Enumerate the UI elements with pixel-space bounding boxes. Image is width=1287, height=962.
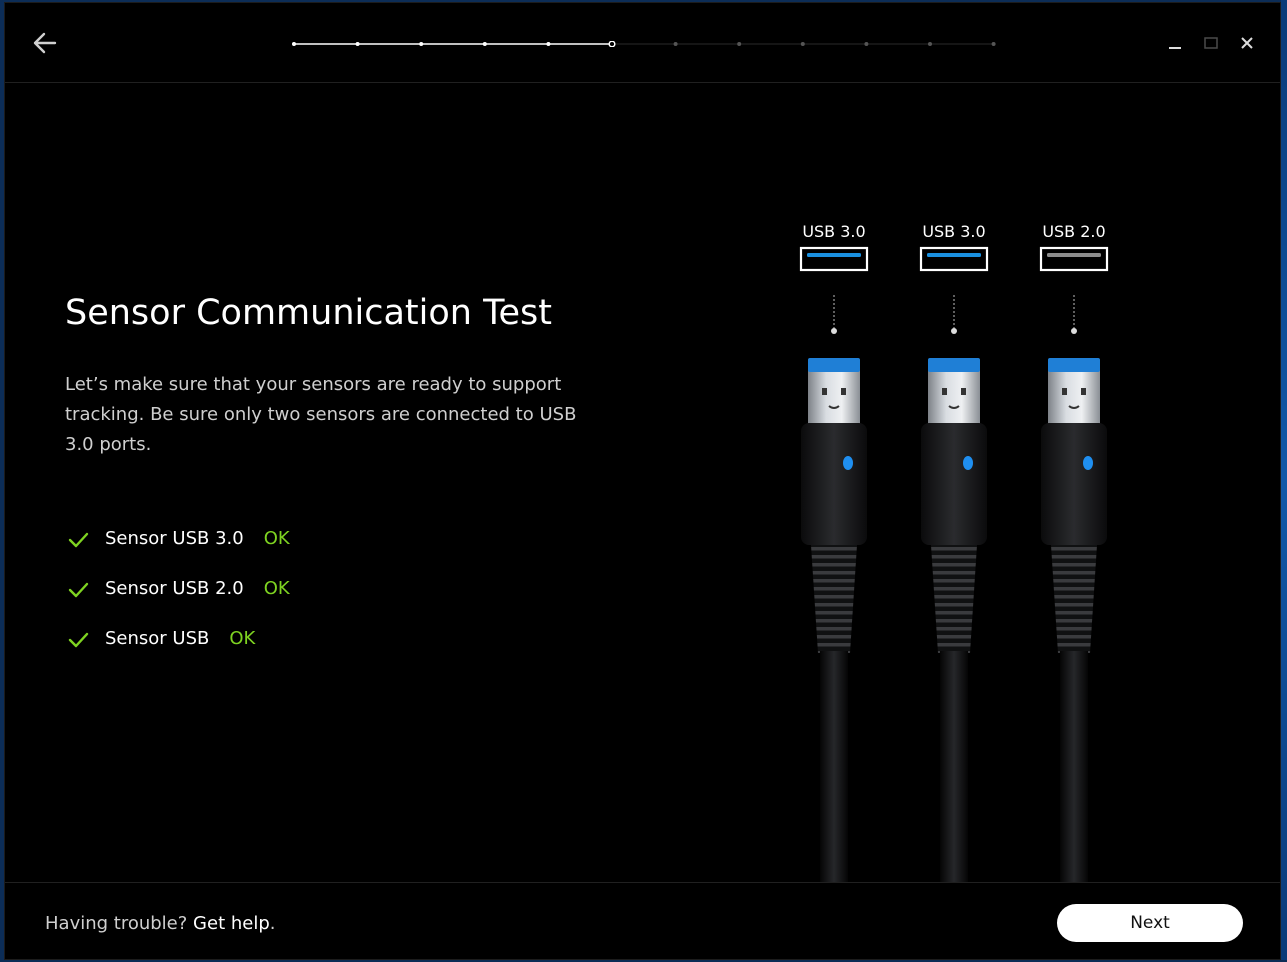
page-description: Let’s make sure that your sensors are re…	[65, 374, 577, 455]
progress-step-pending	[991, 42, 996, 46]
sensor-check-label: Sensor USB	[105, 628, 210, 649]
usb-port-tongue	[1047, 253, 1101, 257]
progress-step-done	[355, 42, 360, 46]
back-button[interactable]	[31, 29, 59, 57]
usb-plug-hole	[822, 388, 827, 395]
usb-plug-housing	[801, 423, 867, 545]
progress-step-done	[419, 42, 424, 46]
checkmark-icon	[68, 632, 89, 648]
usb-plug-housing	[921, 423, 987, 545]
app-window: Sensor Communication Test Let’s make sur…	[4, 2, 1281, 960]
sensor-check-status: OK	[263, 578, 290, 599]
sensor-check-item: Sensor USB OK	[67, 624, 290, 674]
usb-cable: USB 2.0	[1039, 222, 1109, 883]
sensor-check-status: OK	[263, 528, 290, 549]
progress-step-pending	[737, 42, 742, 46]
usb-plug-insert	[1048, 358, 1100, 372]
usb-led-indicator	[843, 456, 853, 470]
progress-step-pending	[800, 42, 805, 46]
progress-step-done	[292, 42, 296, 46]
progress-step-pending	[673, 42, 678, 46]
usb-cable: USB 3.0	[799, 222, 869, 883]
sensor-check-status: OK	[229, 628, 256, 649]
sensor-check-item: Sensor USB 3.0 OK	[67, 524, 290, 574]
usb-plug-hole	[961, 388, 966, 395]
get-help-link[interactable]: Get help	[193, 913, 270, 934]
usb-port-tongue	[927, 253, 981, 257]
minimize-button[interactable]	[1164, 32, 1186, 54]
close-button[interactable]	[1236, 32, 1258, 54]
title-bar	[5, 3, 1280, 83]
progress-step-pending	[864, 42, 869, 46]
usb-plug-hole	[1062, 388, 1067, 395]
sensor-check-label: Sensor USB 2.0	[105, 578, 244, 599]
close-icon	[1241, 37, 1253, 49]
usb-port-label: USB 3.0	[802, 222, 865, 241]
usb-plug-insert	[808, 358, 860, 372]
progress-step-done	[482, 42, 487, 46]
connector-guide-dot	[951, 328, 957, 334]
usb-cables-illustration: USB 3.0 USB 3.0 USB 2.0	[799, 222, 1109, 883]
usb-led-indicator	[1083, 456, 1093, 470]
checkmark-icon	[68, 582, 89, 598]
window-controls	[1164, 31, 1258, 55]
sensor-check-list: Sensor USB 3.0 OK Sensor USB 2.0 OK Sens…	[67, 524, 290, 674]
desktop-background	[1281, 0, 1287, 960]
help-text: Having trouble? Get help.	[45, 913, 276, 934]
usb-cable-cord	[1060, 651, 1088, 883]
usb-plug-hole	[1081, 388, 1086, 395]
usb-port-icon	[799, 246, 869, 272]
usb-port-label: USB 3.0	[922, 222, 985, 241]
page-title: Sensor Communication Test	[65, 293, 553, 333]
usb-plug-housing	[1041, 423, 1107, 545]
help-prompt: Having trouble?	[45, 913, 194, 934]
usb-strain-relief	[811, 545, 857, 653]
connector-guide-dot	[831, 328, 837, 334]
checkmark-icon	[68, 532, 89, 548]
usb-led-indicator	[963, 456, 973, 470]
usb-port-icon	[919, 246, 989, 272]
minimize-icon	[1169, 47, 1181, 49]
usb-cable-cord	[940, 651, 968, 883]
arrow-left-icon	[33, 32, 57, 54]
usb-cable-cord	[820, 651, 848, 883]
usb-port-tongue	[807, 253, 861, 257]
setup-progress-indicator	[292, 41, 996, 47]
help-suffix: .	[269, 913, 276, 934]
progress-step-current	[608, 41, 616, 47]
connector-guide-dot	[1071, 328, 1077, 334]
usb-plug-hole	[841, 388, 846, 395]
footer-bar: Having trouble? Get help. Next	[5, 882, 1280, 962]
next-button[interactable]: Next	[1057, 904, 1243, 942]
usb-strain-relief	[1051, 545, 1097, 653]
sensor-check-label: Sensor USB 3.0	[105, 528, 244, 549]
usb-cable: USB 3.0	[919, 222, 989, 883]
progress-step-pending	[928, 42, 932, 46]
usb-strain-relief	[931, 545, 977, 653]
usb-port-icon	[1039, 246, 1109, 272]
usb-plug-insert	[928, 358, 980, 372]
usb-port-label: USB 2.0	[1042, 222, 1105, 241]
sensor-check-item: Sensor USB 2.0 OK	[67, 574, 290, 624]
usb-plug-hole	[942, 388, 947, 395]
maximize-button[interactable]	[1200, 32, 1222, 54]
maximize-icon	[1204, 37, 1218, 49]
progress-step-done	[546, 42, 551, 46]
